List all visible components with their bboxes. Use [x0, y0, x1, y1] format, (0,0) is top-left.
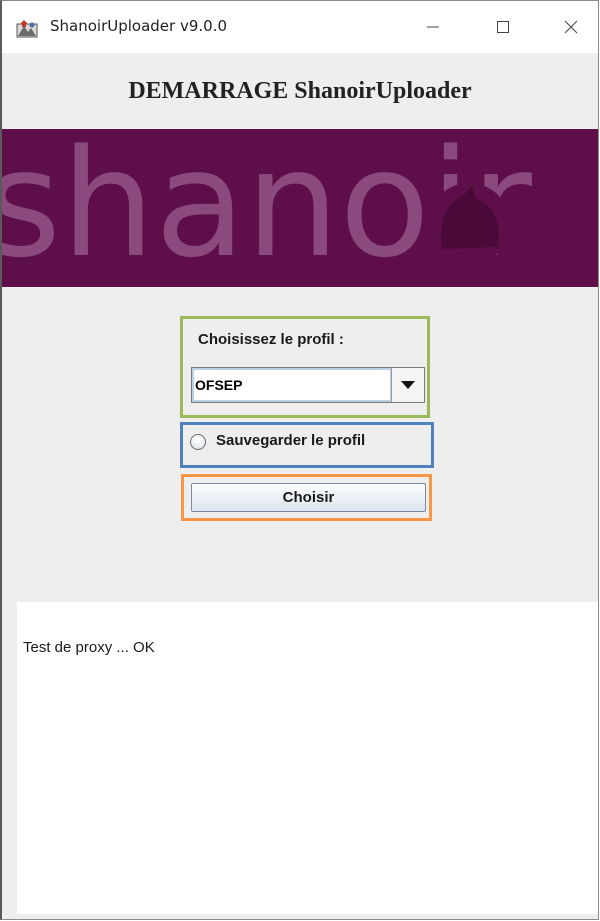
- close-icon: [564, 20, 578, 34]
- save-profile-label[interactable]: Sauvegarder le profil: [216, 432, 365, 449]
- close-button[interactable]: [548, 9, 594, 45]
- log-panel: Test de proxy ... OK: [17, 602, 598, 914]
- profile-dropdown-button[interactable]: [391, 368, 424, 402]
- startup-heading: DEMARRAGE ShanoirUploader: [128, 77, 472, 104]
- minimize-button[interactable]: [410, 9, 456, 45]
- profile-select[interactable]: OFSEP: [191, 367, 425, 403]
- window-title: ShanoirUploader v9.0.0: [50, 17, 228, 35]
- maximize-button[interactable]: [480, 9, 526, 45]
- minimize-icon: [427, 26, 439, 28]
- maximize-icon: [497, 21, 509, 33]
- application-window: ShanoirUploader v9.0.0 DEMARRAGE Shanoir…: [0, 0, 599, 920]
- shanoir-banner: shanoir: [2, 129, 598, 287]
- profile-label: Choisissez le profil :: [198, 331, 344, 348]
- choose-button[interactable]: Choisir: [191, 483, 426, 512]
- caret-down-icon: [401, 380, 415, 389]
- log-text: Test de proxy ... OK: [23, 639, 155, 656]
- shanoir-app-icon: [16, 18, 38, 38]
- title-bar[interactable]: ShanoirUploader v9.0.0: [2, 1, 598, 53]
- profile-select-value: OFSEP: [195, 377, 243, 393]
- save-profile-radio[interactable]: [190, 434, 206, 450]
- shanoir-logo: shanoir: [2, 129, 532, 287]
